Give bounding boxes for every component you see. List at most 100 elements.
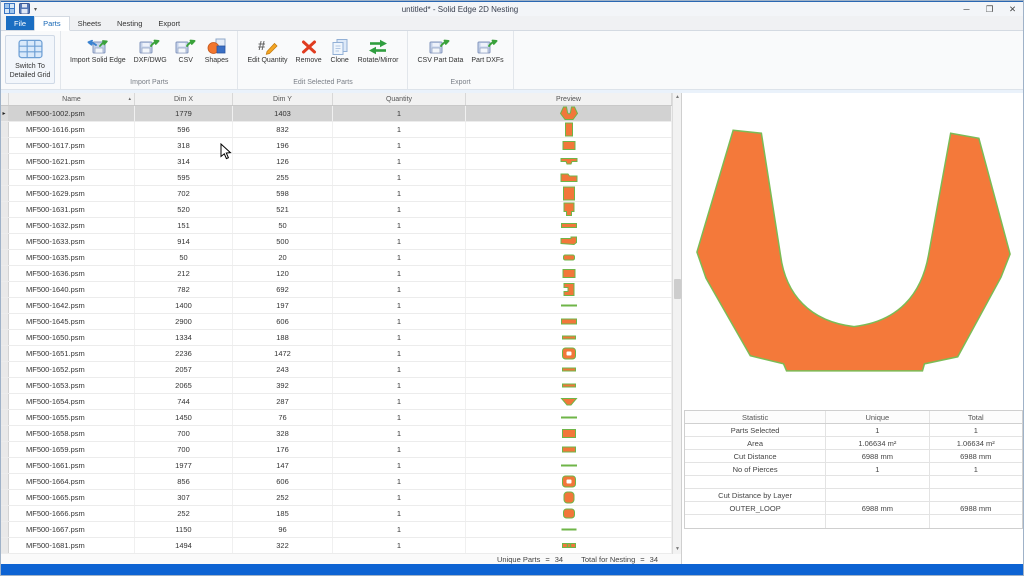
row-selector [0,330,9,345]
stats-header-row: StatisticUniqueTotal [685,411,1022,424]
dim-x-cell: 856 [135,474,233,489]
row-selector [0,458,9,473]
part-dxfs-button[interactable]: Part DXFs [467,31,507,64]
scrollbar-down-icon[interactable]: ▼ [673,545,682,554]
table-row[interactable]: MF500-1633.psm9145001 [0,234,681,250]
table-row[interactable]: MF500-1621.psm3141261 [0,154,681,170]
table-row[interactable]: MF500-1651.psm223614721 [0,346,681,362]
quantity-cell: 1 [333,202,466,217]
quick-access-dropdown-icon[interactable]: ▾ [34,6,37,13]
part-thumbnail-icon [559,490,579,505]
table-row[interactable]: MF500-1631.psm5205211 [0,202,681,218]
switch-to-detailed-grid-button[interactable]: Switch To Detailed Grid [5,35,55,84]
save-icon[interactable] [19,3,30,16]
stats-cell [685,476,826,488]
preview-cell [466,234,672,249]
table-row[interactable]: MF500-1664.psm8566061 [0,474,681,490]
stats-cell [930,515,1022,528]
shapes-button[interactable]: Shapes [201,31,233,64]
table-row[interactable]: MF500-1635.psm50201 [0,250,681,266]
quantity-cell: 1 [333,538,466,553]
dxf-dwg-button[interactable]: DXF/DWG [130,31,171,64]
remove-icon [299,36,319,57]
scrollbar-up-icon[interactable]: ▲ [673,93,682,102]
ribbon-group-export: CSV Part DataPart DXFsExport [408,31,513,89]
table-row[interactable]: MF500-1658.psm7003281 [0,426,681,442]
tab-parts[interactable]: Parts [34,16,70,31]
csv-button[interactable]: CSV [171,31,201,64]
column-header-name[interactable]: Name▴ [9,93,135,105]
tab-export[interactable]: Export [150,16,188,30]
csv-part-data-button[interactable]: CSV Part Data [413,31,467,64]
column-header-dim-y[interactable]: Dim Y [233,93,333,105]
stats-cell: OUTER_LOOP [685,502,826,514]
dim-y-cell: 243 [233,362,333,377]
part-name-cell: MF500-1621.psm [9,154,135,169]
import-solid-edge-button[interactable]: Import Solid Edge [66,31,130,64]
table-row[interactable]: MF500-1632.psm151501 [0,218,681,234]
table-row[interactable]: MF500-1629.psm7025981 [0,186,681,202]
quantity-cell: 1 [333,298,466,313]
dim-y-cell: 832 [233,122,333,137]
quantity-cell: 1 [333,378,466,393]
part-thumbnail-icon [559,330,579,345]
table-row[interactable]: MF500-1655.psm1450761 [0,410,681,426]
switch-button-label: Switch To Detailed Grid [8,63,52,81]
shapes-icon [206,36,228,57]
stats-cell: 1 [826,463,929,475]
table-row[interactable]: MF500-1623.psm5952551 [0,170,681,186]
table-scrollbar[interactable]: ▲ ▼ [672,93,681,554]
edit-quantity-button[interactable]: #Edit Quantity [243,31,291,64]
dim-x-cell: 2900 [135,314,233,329]
table-row[interactable]: MF500-1616.psm5968321 [0,122,681,138]
title-bar: ▾ untitled* - Solid Edge 2D Nesting ─ ❐ … [0,0,1024,16]
column-header-quantity[interactable]: Quantity [333,93,466,105]
clone-button[interactable]: Clone [326,31,354,64]
column-header-preview[interactable]: Preview [466,93,672,105]
part-name-cell: MF500-1667.psm [9,522,135,537]
table-row[interactable]: MF500-1667.psm1150961 [0,522,681,538]
table-row[interactable]: MF500-1659.psm7001761 [0,442,681,458]
solid-edge-app-icon[interactable] [4,3,15,16]
dim-y-cell: 147 [233,458,333,473]
tab-sheets[interactable]: Sheets [70,16,109,30]
tab-nesting[interactable]: Nesting [109,16,150,30]
part-thumbnail-icon [559,442,579,457]
column-header-dim-x[interactable]: Dim X [135,93,233,105]
row-header-column [0,93,9,105]
rotate-mirror-button[interactable]: Rotate/Mirror [354,31,403,64]
table-row[interactable]: MF500-1665.psm3072521 [0,490,681,506]
table-row[interactable]: MF500-1661.psm19771471 [0,458,681,474]
scrollbar-thumb[interactable] [674,279,681,299]
table-row[interactable]: MF500-1681.psm14943221 [0,538,681,554]
total-for-nesting-label: Total for Nesting [581,555,635,564]
button-label: Edit Quantity [247,57,287,64]
status-bar: Unique Parts = 34 Total for Nesting = 34 [0,554,672,564]
stats-row: OUTER_LOOP6988 mm6988 mm [685,502,1022,515]
table-row[interactable]: MF500-1654.psm7442871 [0,394,681,410]
dim-y-cell: 328 [233,426,333,441]
table-row[interactable]: MF500-1640.psm7826921 [0,282,681,298]
table-row[interactable]: MF500-1645.psm29006061 [0,314,681,330]
part-name-cell: MF500-1633.psm [9,234,135,249]
tab-file[interactable]: File [6,16,34,30]
table-row[interactable]: MF500-1617.psm3181961 [0,138,681,154]
table-row[interactable]: ▸MF500-1002.psm177914031 [0,106,681,122]
close-button[interactable]: ✕ [1001,4,1024,15]
table-row[interactable]: MF500-1666.psm2521851 [0,506,681,522]
table-row[interactable]: MF500-1650.psm13341881 [0,330,681,346]
preview-cell [466,410,672,425]
dim-y-cell: 692 [233,282,333,297]
table-row[interactable]: MF500-1653.psm20653921 [0,378,681,394]
restore-button[interactable]: ❐ [978,4,1001,15]
table-row[interactable]: MF500-1652.psm20572431 [0,362,681,378]
part-thumbnail-icon [559,474,579,489]
remove-button[interactable]: Remove [292,31,326,64]
button-label: CSV [179,57,193,64]
table-row[interactable]: MF500-1642.psm14001971 [0,298,681,314]
table-row[interactable]: MF500-1636.psm2121201 [0,266,681,282]
dim-x-cell: 700 [135,442,233,457]
part-preview-image [686,97,1020,389]
quantity-cell: 1 [333,426,466,441]
minimize-button[interactable]: ─ [955,4,978,15]
